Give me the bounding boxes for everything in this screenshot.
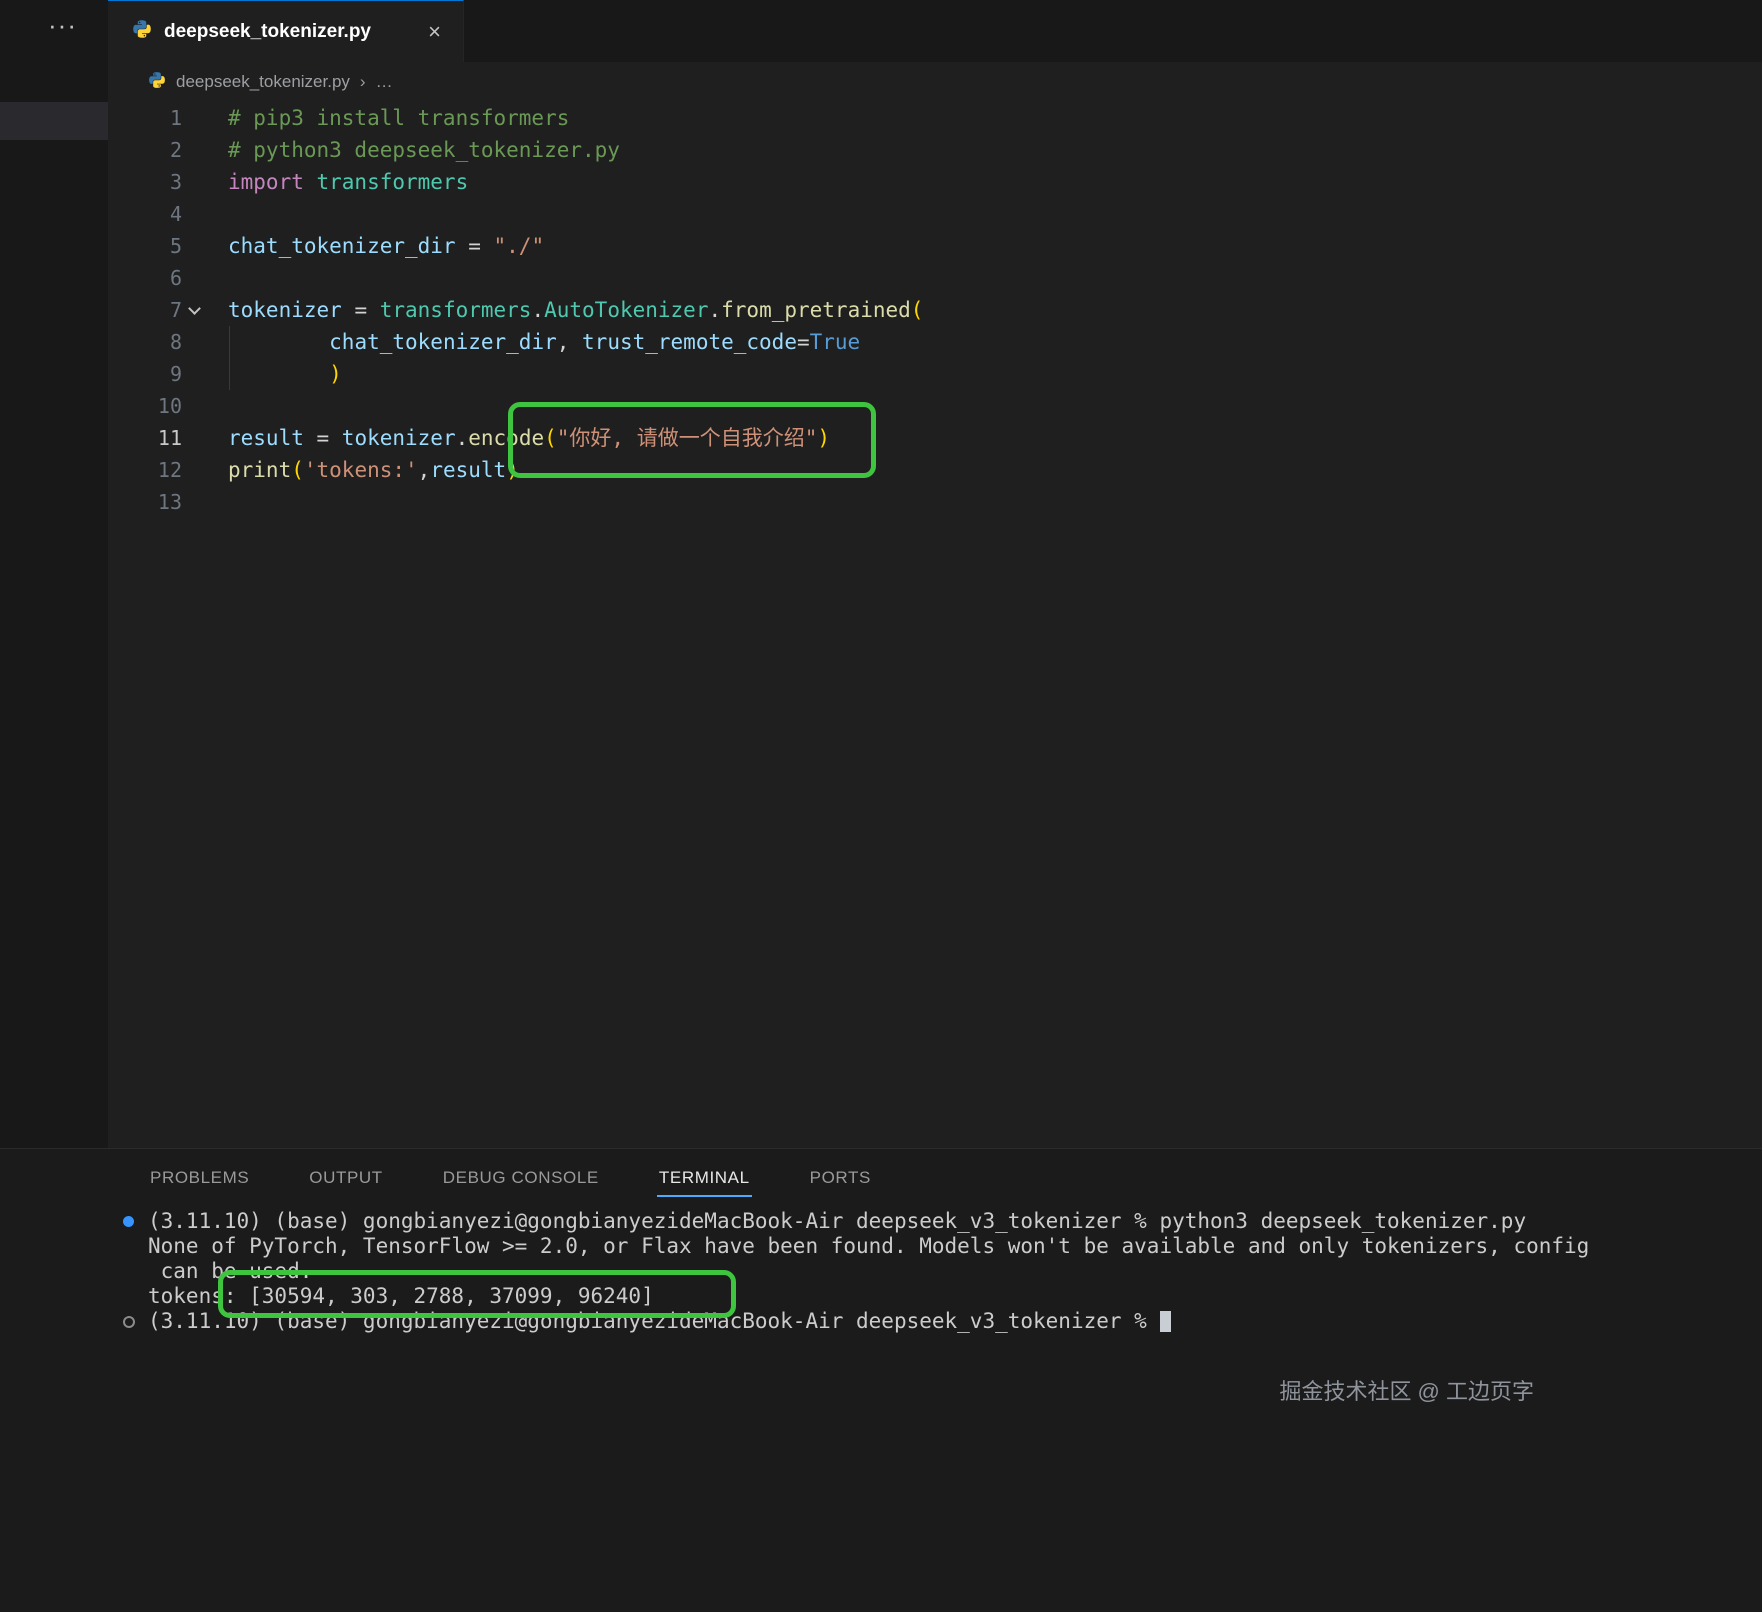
line-number: 13 xyxy=(108,486,182,518)
close-icon[interactable]: × xyxy=(424,19,445,45)
code-line[interactable]: 13 xyxy=(108,486,1762,518)
code-text xyxy=(228,486,1762,518)
terminal-gutter xyxy=(108,1284,148,1309)
terminal-text: (3.11.10) (base) gongbianyezi@gongbianye… xyxy=(148,1309,1159,1334)
code-line[interactable]: 2 # python3 deepseek_tokenizer.py xyxy=(108,134,1762,166)
code-line[interactable]: 11 result = tokenizer.encode("你好, 请做一个自我介… xyxy=(108,422,1762,454)
vscode-window: ··· deepseek_tokenizer.py × xyxy=(0,0,1762,1612)
code-text: result = tokenizer.encode("你好, 请做一个自我介绍"… xyxy=(228,422,1762,454)
terminal-line: (3.11.10) (base) gongbianyezi@gongbianye… xyxy=(0,1309,1762,1334)
panel-tab-debug-console[interactable]: DEBUG CONSOLE xyxy=(441,1159,601,1197)
fold-chevron-icon[interactable] xyxy=(182,294,228,326)
panel-tab-terminal[interactable]: TERMINAL xyxy=(657,1159,752,1197)
panel-tab-ports[interactable]: PORTS xyxy=(808,1159,873,1197)
code-text: tokenizer = transformers.AutoTokenizer.f… xyxy=(228,294,1762,326)
breadcrumb-filename[interactable]: deepseek_tokenizer.py xyxy=(176,72,350,92)
line-number: 2 xyxy=(108,134,182,166)
editor-group: deepseek_tokenizer.py × deepseek_tokeniz… xyxy=(108,0,1762,1148)
terminal-line: None of PyTorch, TensorFlow >= 2.0, or F… xyxy=(0,1234,1762,1259)
panel-tab-problems[interactable]: PROBLEMS xyxy=(148,1159,251,1197)
line-number: 3 xyxy=(108,166,182,198)
watermark-text: 掘金技术社区 @ 工边页字 xyxy=(1279,1374,1534,1406)
terminal-line: tokens: [30594, 303, 2788, 37099, 96240] xyxy=(0,1284,1762,1309)
code-text: chat_tokenizer_dir, trust_remote_code=Tr… xyxy=(228,326,1762,358)
tab-deepseek-tokenizer[interactable]: deepseek_tokenizer.py × xyxy=(108,0,464,62)
terminal-gutter xyxy=(108,1234,148,1259)
breadcrumb: deepseek_tokenizer.py › … xyxy=(108,62,1762,102)
terminal-lines[interactable]: (3.11.10) (base) gongbianyezi@gongbianye… xyxy=(0,1207,1762,1334)
line-number: 9 xyxy=(108,358,182,390)
line-number: 11 xyxy=(108,422,182,454)
fold-gutter xyxy=(182,326,228,358)
fold-gutter xyxy=(182,422,228,454)
fold-gutter xyxy=(182,262,228,294)
fold-gutter xyxy=(182,166,228,198)
python-icon xyxy=(148,71,166,94)
editor-tab-bar: deepseek_tokenizer.py × xyxy=(108,0,1762,62)
indent-guide xyxy=(229,326,230,358)
code-text: # pip3 install transformers xyxy=(228,102,1762,134)
line-number: 10 xyxy=(108,390,182,422)
code-line[interactable]: 9 ) xyxy=(108,358,1762,390)
fold-gutter xyxy=(182,198,228,230)
code-text: import transformers xyxy=(228,166,1762,198)
terminal-text: (3.11.10) (base) gongbianyezi@gongbianye… xyxy=(148,1209,1526,1234)
code-text: ) xyxy=(228,358,1762,390)
breadcrumb-separator-icon: › xyxy=(360,72,366,92)
breadcrumb-more[interactable]: … xyxy=(376,72,393,92)
sidebar-rail: ··· xyxy=(0,0,108,1148)
command-decoration-hollow-icon[interactable] xyxy=(108,1309,148,1334)
terminal-gutter xyxy=(108,1259,148,1284)
code-text: print('tokens:',result) xyxy=(228,454,1762,486)
code-line[interactable]: 5 chat_tokenizer_dir = "./" xyxy=(108,230,1762,262)
code-lines: 1 # pip3 install transformers 2 # python3 d… xyxy=(108,102,1762,518)
code-line[interactable]: 1 # pip3 install transformers xyxy=(108,102,1762,134)
indent-guide xyxy=(229,358,230,390)
code-text xyxy=(228,262,1762,294)
panel-tabs: PROBLEMS OUTPUT DEBUG CONSOLE TERMINAL PORTS xyxy=(0,1149,1762,1207)
terminal-text: tokens: [30594, 303, 2788, 37099, 96240] xyxy=(148,1284,654,1309)
command-decoration-filled-icon[interactable] xyxy=(108,1209,148,1234)
terminal-text: can be used. xyxy=(148,1259,312,1284)
code-line[interactable]: 12 print('tokens:',result) xyxy=(108,454,1762,486)
line-number: 4 xyxy=(108,198,182,230)
code-line[interactable]: 8 chat_tokenizer_dir, trust_remote_code=… xyxy=(108,326,1762,358)
fold-gutter xyxy=(182,358,228,390)
terminal-line: can be used. xyxy=(0,1259,1762,1284)
code-text: chat_tokenizer_dir = "./" xyxy=(228,230,1762,262)
line-number: 8 xyxy=(108,326,182,358)
panel-tab-output[interactable]: OUTPUT xyxy=(307,1159,384,1197)
code-line[interactable]: 7 tokenizer = transformers.AutoTokenizer.… xyxy=(108,294,1762,326)
fold-gutter xyxy=(182,134,228,166)
line-number: 12 xyxy=(108,454,182,486)
python-icon xyxy=(132,19,152,44)
terminal-line: (3.11.10) (base) gongbianyezi@gongbianye… xyxy=(0,1209,1762,1234)
code-line[interactable]: 3 import transformers xyxy=(108,166,1762,198)
code-text: # python3 deepseek_tokenizer.py xyxy=(228,134,1762,166)
terminal-cursor xyxy=(1160,1311,1171,1332)
code-line[interactable]: 6 xyxy=(108,262,1762,294)
fold-gutter xyxy=(182,390,228,422)
more-actions-button[interactable]: ··· xyxy=(48,12,77,38)
fold-gutter xyxy=(182,486,228,518)
code-text xyxy=(228,390,1762,422)
code-line[interactable]: 10 xyxy=(108,390,1762,422)
terminal-text: None of PyTorch, TensorFlow >= 2.0, or F… xyxy=(148,1234,1589,1259)
line-number: 7 xyxy=(108,294,182,326)
line-number: 6 xyxy=(108,262,182,294)
fold-gutter xyxy=(182,102,228,134)
tab-filename: deepseek_tokenizer.py xyxy=(164,21,412,43)
code-line[interactable]: 4 xyxy=(108,198,1762,230)
line-number: 1 xyxy=(108,102,182,134)
sidebar-selected-item[interactable] xyxy=(0,102,108,140)
fold-gutter xyxy=(182,230,228,262)
line-number: 5 xyxy=(108,230,182,262)
fold-gutter xyxy=(182,454,228,486)
code-text xyxy=(228,198,1762,230)
